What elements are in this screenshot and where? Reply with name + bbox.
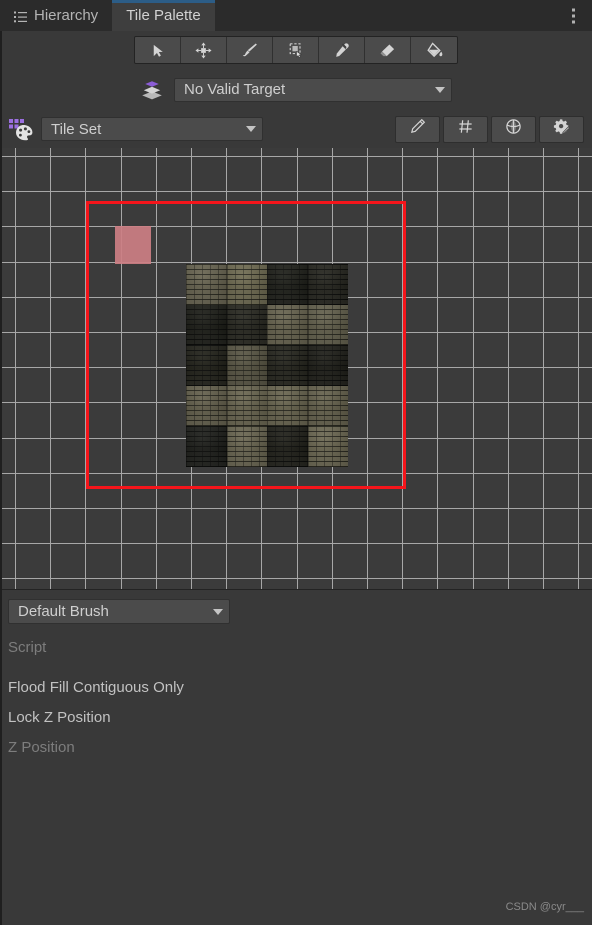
chevron-down-icon — [213, 608, 223, 615]
grid-line-horizontal — [0, 508, 592, 509]
chevron-down-icon — [435, 86, 445, 93]
grid-line-horizontal — [0, 543, 592, 545]
grid-line-horizontal — [0, 191, 592, 193]
grid-line-horizontal — [0, 156, 592, 157]
tab-tile-palette[interactable]: Tile Palette — [112, 0, 216, 31]
tab-tile-palette-label: Tile Palette — [126, 7, 201, 24]
tab-hierarchy[interactable]: Hierarchy — [0, 0, 113, 31]
edit-palette-button[interactable] — [395, 115, 440, 143]
grid-icon — [457, 118, 474, 140]
select-tool[interactable] — [135, 37, 181, 63]
pencil-icon — [409, 118, 426, 140]
move-tool[interactable] — [181, 37, 227, 63]
box-fill-tool[interactable] — [273, 37, 319, 63]
grid-line-vertical — [15, 148, 16, 589]
grid-line-horizontal — [0, 578, 592, 580]
brush-dropdown[interactable]: Default Brush — [8, 599, 230, 624]
fill-tool[interactable] — [411, 37, 457, 63]
paint-bucket-icon — [426, 41, 443, 59]
picker-tool[interactable] — [319, 37, 365, 63]
tile-palette-canvas[interactable] — [0, 148, 592, 589]
gear-brush-icon — [553, 118, 571, 140]
globe-gizmo-icon — [505, 118, 522, 140]
target-dropdown[interactable]: No Valid Target — [174, 77, 452, 102]
flood-fill-row: Flood Fill Contiguous Only — [0, 674, 592, 700]
script-label: Script — [8, 638, 47, 656]
script-row: Script — [0, 634, 592, 660]
z-position-row: Z Position — [0, 734, 592, 760]
kebab-menu-icon[interactable] — [566, 4, 581, 27]
eyedropper-icon — [333, 42, 350, 59]
tab-hierarchy-label: Hierarchy — [34, 7, 99, 24]
palette-dropdown[interactable]: Tile Set — [41, 117, 263, 141]
tile-palette-icon — [8, 117, 34, 141]
brush-dropdown-value: Default Brush — [18, 603, 109, 620]
erase-tool[interactable] — [365, 37, 411, 63]
grid-line-vertical — [50, 148, 52, 589]
brush-panel: Default Brush Script GridBrush Floo — [0, 589, 592, 925]
grid-line-vertical — [472, 148, 474, 589]
lock-z-label: Lock Z Position — [8, 708, 111, 726]
target-row: No Valid Target — [0, 69, 592, 110]
move-arrows-icon — [195, 41, 212, 59]
box-select-icon — [288, 42, 304, 58]
palette-row: Tile Set — [0, 110, 592, 148]
grid-toggle-button[interactable] — [443, 115, 488, 143]
lock-z-row: Lock Z Position — [0, 704, 592, 730]
target-dropdown-value: No Valid Target — [184, 81, 286, 98]
z-position-label: Z Position — [8, 738, 75, 756]
grid-line-vertical — [507, 148, 509, 589]
grid-line-vertical — [543, 148, 544, 589]
hierarchy-list-icon — [14, 10, 27, 22]
tilemap-layers-icon — [140, 79, 164, 101]
left-edge — [0, 31, 2, 925]
palette-action-buttons — [395, 115, 584, 143]
tab-bar: Hierarchy Tile Palette — [0, 0, 592, 31]
grid-line-vertical — [437, 148, 439, 589]
tool-group — [134, 36, 458, 64]
watermark: CSDN @cyr___ — [505, 901, 584, 913]
tile-palette-window: Hierarchy Tile Palette No Valid Target T… — [0, 0, 592, 925]
grid-line-vertical — [578, 148, 580, 589]
gizmo-button[interactable] — [491, 115, 536, 143]
settings-button[interactable] — [539, 115, 584, 143]
eraser-icon — [379, 42, 396, 59]
paintbrush-icon — [241, 42, 258, 59]
chevron-down-icon — [246, 126, 256, 132]
cursor-arrow-icon — [150, 43, 165, 58]
selection-bounds-box — [86, 201, 406, 489]
palette-dropdown-value: Tile Set — [51, 120, 102, 138]
paint-tool[interactable] — [227, 37, 273, 63]
flood-fill-label: Flood Fill Contiguous Only — [8, 678, 184, 696]
tool-row — [0, 31, 592, 69]
